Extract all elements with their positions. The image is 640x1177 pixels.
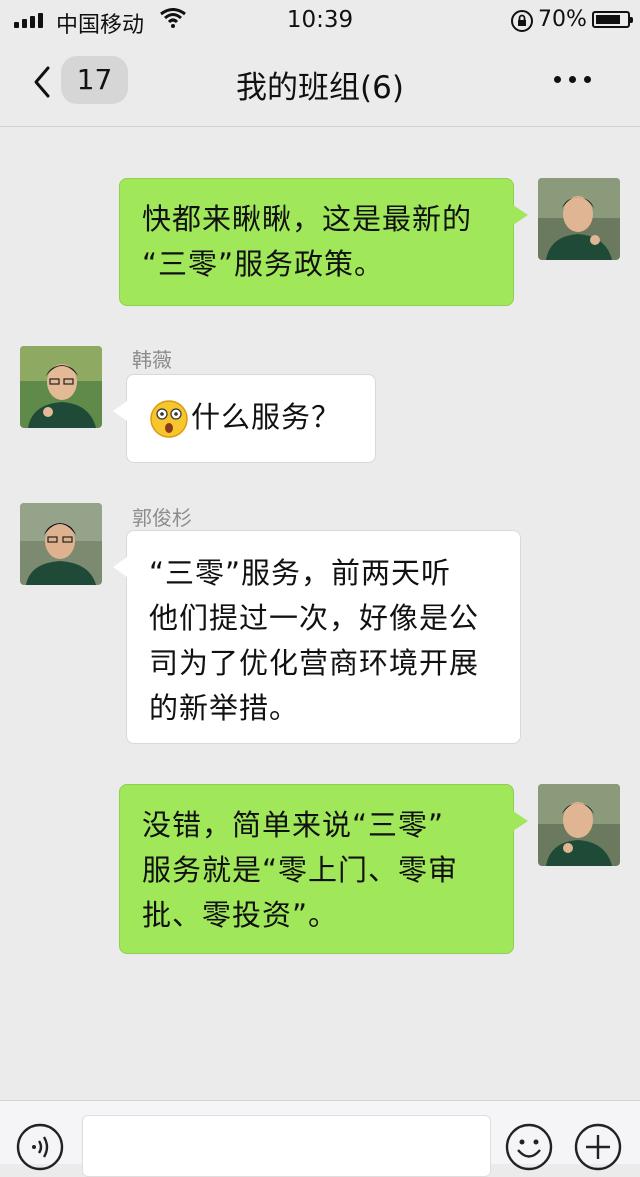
message-bubble-incoming[interactable]: 什么服务？ [113,374,376,463]
chat-header: 17 我的班组(6) [0,40,640,127]
message-text-line: “三零”服务政策。 [142,247,385,281]
message-bubble-outgoing[interactable]: 快都来瞅瞅，这是最新的 “三零”服务政策。 [119,178,528,306]
message-text-line: 快都来瞅瞅，这是最新的 [142,202,473,236]
status-bar: 中国移动 10:39 70% [0,0,640,40]
rotation-lock-icon [511,10,533,32]
battery-icon [592,11,633,28]
message-text-field[interactable] [82,1115,491,1177]
message-bubble-outgoing[interactable]: 没错，简单来说“三零” 服务就是“零上门、零审 批、零投资”。 [119,784,528,954]
message-text-line: 服务就是“零上门、零审 [142,853,459,887]
message-text-line: 他们提过一次，好像是公 [149,601,480,635]
battery-percent: 70% [538,7,587,32]
more-options-icon[interactable] [554,76,591,83]
shocked-face-icon [150,400,188,438]
message-text-line: 的新举措。 [149,691,300,725]
message-text-line: 什么服务？ [191,400,342,434]
message-text-line: 批、零投资”。 [142,898,339,932]
message-bubble-incoming[interactable]: “三零”服务，前两天听 他们提过一次，好像是公 司为了优化营商环境开展 的新举措… [113,530,521,744]
avatar[interactable] [538,784,620,866]
message-input-bar [0,1100,640,1177]
chat-title: 我的班组(6) [236,70,404,106]
avatar[interactable] [20,503,102,585]
sender-name: 韩薇 [132,348,172,372]
sender-name: 郭俊杉 [132,506,192,530]
avatar[interactable] [20,346,102,428]
message-text-line: “三零”服务，前两天听 [149,556,452,590]
avatar[interactable] [538,178,620,260]
message-text-line: 没错，简单来说“三零” [142,808,445,842]
message-text-line: 司为了优化营商环境开展 [149,646,480,680]
